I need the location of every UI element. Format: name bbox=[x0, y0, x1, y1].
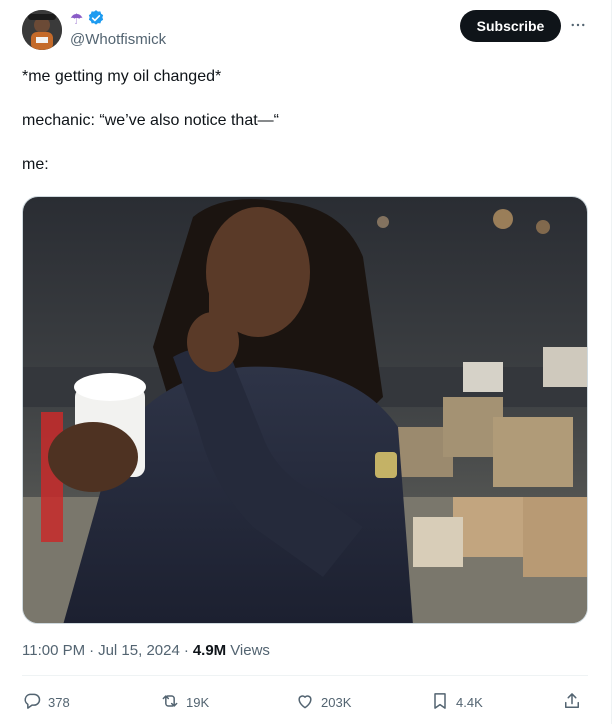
share-button[interactable] bbox=[562, 688, 582, 716]
divider bbox=[22, 675, 588, 676]
display-name-row[interactable]: ☂ bbox=[70, 9, 105, 32]
reply-button[interactable]: 378 bbox=[22, 688, 70, 716]
repost-button[interactable]: 19K bbox=[160, 688, 209, 716]
avatar[interactable] bbox=[22, 10, 62, 50]
like-count: 203K bbox=[321, 694, 352, 710]
reply-icon bbox=[22, 691, 42, 714]
verified-badge-icon bbox=[87, 9, 105, 32]
tweet-line: mechanic: “we’ve also notice that—“ bbox=[22, 112, 279, 129]
umbrella-icon: ☂ bbox=[70, 11, 84, 28]
repost-count: 19K bbox=[186, 694, 210, 710]
tweet-line: *me getting my oil changed* bbox=[22, 68, 222, 85]
tweet-card: ☂ @Whotfismick Subscribe *me getting my … bbox=[0, 0, 612, 724]
tweet-photo[interactable] bbox=[22, 196, 588, 624]
user-handle[interactable]: @Whotfismick bbox=[70, 31, 166, 48]
meta-separator: · bbox=[89, 642, 95, 659]
tweet-line: me: bbox=[22, 156, 49, 173]
bookmark-icon bbox=[430, 691, 450, 714]
share-icon bbox=[562, 691, 582, 714]
repost-icon bbox=[160, 691, 180, 714]
like-button[interactable]: 203K bbox=[295, 688, 351, 716]
heart-icon bbox=[295, 691, 315, 714]
post-date[interactable]: Jul 15, 2024 bbox=[98, 642, 180, 659]
post-time[interactable]: 11:00 PM bbox=[22, 642, 85, 659]
subscribe-button[interactable]: Subscribe bbox=[460, 10, 561, 42]
tweet-text: *me getting my oil changed* mechanic: “w… bbox=[22, 66, 582, 198]
photo-image bbox=[23, 197, 587, 623]
tweet-meta: 11:00 PM · Jul 15, 2024 · 4.9M Views bbox=[22, 642, 270, 659]
reply-count: 378 bbox=[48, 694, 70, 710]
views-label: Views bbox=[230, 642, 270, 659]
action-bar: 378 19K 203K 4.4K bbox=[22, 688, 588, 716]
bookmark-button[interactable]: 4.4K bbox=[430, 688, 483, 716]
bookmark-count: 4.4K bbox=[456, 694, 483, 710]
more-options-icon[interactable] bbox=[567, 14, 589, 36]
avatar-image bbox=[22, 10, 62, 50]
views-count: 4.9M bbox=[192, 642, 227, 659]
meta-separator: · bbox=[183, 642, 189, 659]
